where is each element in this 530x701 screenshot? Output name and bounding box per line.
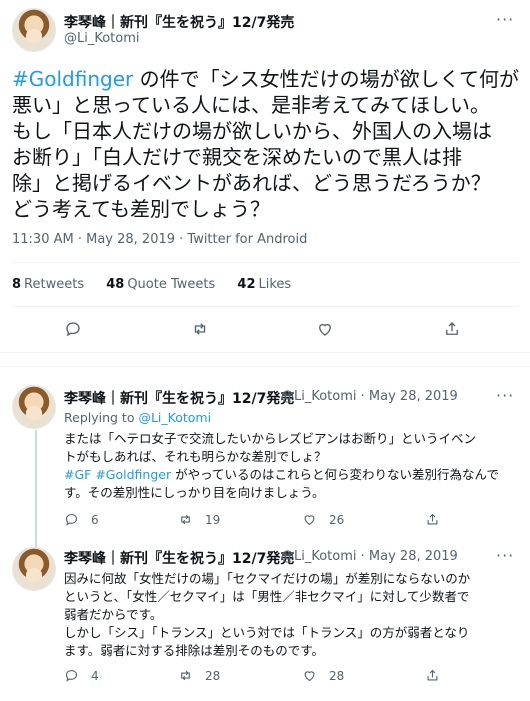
retweet-icon xyxy=(181,670,190,681)
retweet-count: 19 xyxy=(205,512,221,527)
retweet-icon[interactable] xyxy=(189,318,211,340)
retweet-count: 28 xyxy=(205,668,221,683)
retweet-action[interactable]: 19 xyxy=(178,512,220,527)
more-options-icon[interactable]: ··· xyxy=(496,10,514,29)
author-handle[interactable]: @Li_Kotomi · May 28, 2019 xyxy=(281,549,458,564)
reply-icon[interactable] xyxy=(62,318,84,340)
divider xyxy=(0,366,530,367)
reply-count: 4 xyxy=(91,668,99,683)
likes-stat[interactable]: 42 Likes xyxy=(237,277,291,292)
like-icon xyxy=(304,671,315,682)
tweet-action-bar xyxy=(0,318,530,342)
like-icon xyxy=(304,515,315,526)
author-handle[interactable]: @Li_Kotomi · May 28, 2019 xyxy=(281,389,458,404)
like-action[interactable]: 26 xyxy=(302,512,344,527)
quote-tweets-stat[interactable]: 48 Quote Tweets xyxy=(106,277,215,292)
share-action[interactable] xyxy=(425,512,452,527)
retweets-stat[interactable]: 8 Retweets xyxy=(12,277,84,292)
hashtag-link[interactable]: #GF #Goldfinger xyxy=(64,467,171,482)
tweet-stats: 8 Retweets 48 Quote Tweets 42 Likes xyxy=(12,277,309,292)
reply-text: または「ヘテロ女子で交流したいからレズビアンはお断り」というイベン トがもしあれ… xyxy=(64,431,499,500)
reply-icon xyxy=(65,513,78,526)
author-avatar[interactable] xyxy=(12,8,56,52)
hashtag-link[interactable]: #Goldfinger xyxy=(12,67,133,91)
tweet-text: #Goldfinger の件で「シス女性だけの場が欲しくて何が 悪い」と思ってい… xyxy=(12,67,520,221)
like-count: 28 xyxy=(329,668,345,683)
reply-text: 因みに何故「女性だけの場」「セクマイだけの場」が差別にならないのか というと、「… xyxy=(64,571,471,658)
retweet-action[interactable]: 28 xyxy=(178,668,220,683)
reply-count: 6 xyxy=(91,512,99,527)
more-options-icon[interactable]: ··· xyxy=(496,386,514,405)
author-avatar[interactable] xyxy=(12,547,56,591)
author-name[interactable]: 李琴峰｜新刊『生を祝う』12/7発売 xyxy=(64,388,294,408)
reply-action[interactable]: 4 xyxy=(64,668,99,683)
mention-link[interactable]: @Li_Kotomi xyxy=(138,410,211,425)
divider xyxy=(12,306,518,307)
reply-action[interactable]: 6 xyxy=(64,512,99,527)
author-name[interactable]: 李琴峰｜新刊『生を祝う』12/7発売 xyxy=(64,12,294,32)
tweet-thread-page: 李琴峰｜新刊『生を祝う』12/7発売 @Li_Kotomi ··· #Goldf… xyxy=(0,0,530,701)
retweet-icon xyxy=(181,514,190,525)
divider xyxy=(0,352,530,353)
share-icon xyxy=(427,669,438,681)
author-handle[interactable]: @Li_Kotomi xyxy=(64,31,140,46)
share-icon xyxy=(427,513,438,525)
more-options-icon[interactable]: ··· xyxy=(496,546,514,565)
like-icon[interactable] xyxy=(314,318,336,340)
author-name[interactable]: 李琴峰｜新刊『生を祝う』12/7発売 xyxy=(64,548,294,568)
reply-icon xyxy=(65,669,78,682)
replying-to: Replying to @Li_Kotomi xyxy=(64,410,212,425)
tweet-timestamp[interactable]: 11:30 AM · May 28, 2019 · Twitter for An… xyxy=(12,232,307,247)
thread-line xyxy=(35,430,37,548)
divider xyxy=(12,262,518,263)
like-action[interactable]: 28 xyxy=(302,668,344,683)
author-avatar[interactable] xyxy=(12,385,56,429)
like-count: 26 xyxy=(329,512,345,527)
share-action[interactable] xyxy=(425,668,452,683)
share-icon[interactable] xyxy=(441,318,463,340)
